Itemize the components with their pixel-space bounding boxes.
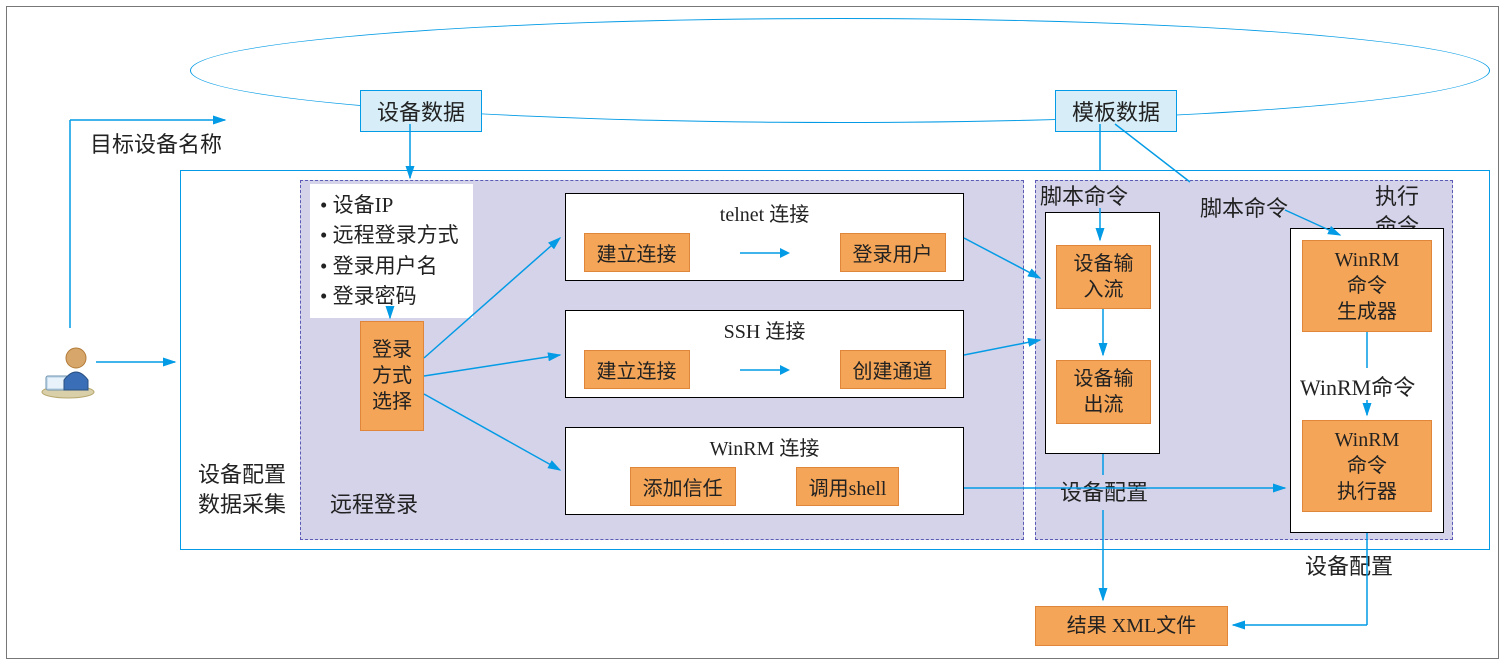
label-line: 方式 (372, 363, 412, 389)
user-icon (40, 330, 96, 400)
result-xml-file: 结果 XML文件 (1035, 606, 1228, 646)
device-output-stream: 设备输 出流 (1056, 360, 1151, 424)
device-input-stream: 设备输 入流 (1056, 245, 1151, 309)
invoke-shell: 调用shell (796, 467, 900, 506)
telnet-group: telnet 连接 建立连接 登录用户 (565, 193, 964, 281)
winrm-command-generator: WinRM 命令 生成器 (1302, 240, 1432, 332)
ssh-group: SSH 连接 建立连接 创建通道 (565, 310, 964, 398)
group-title: telnet 连接 (566, 194, 963, 233)
remote-login-label: 远程登录 (330, 490, 418, 520)
arrow-icon (740, 243, 790, 263)
login-method-select: 登录 方式 选择 (360, 321, 424, 431)
group-title: SSH 连接 (566, 311, 963, 350)
arrow-icon (740, 360, 790, 380)
target-device-name-label: 目标设备名称 (90, 130, 222, 160)
script-command-label-2: 脚本命令 (1200, 194, 1288, 224)
label-line: 执行 (1375, 184, 1419, 209)
label-line: 生成器 (1337, 299, 1397, 325)
label-line: 设备输 (1074, 366, 1134, 392)
label-line: 登录 (372, 337, 412, 363)
login-user: 登录用户 (840, 233, 946, 272)
establish-connection: 建立连接 (584, 233, 690, 272)
label-line: 出流 (1084, 392, 1124, 418)
script-command-label-1: 脚本命令 (1040, 182, 1128, 212)
group-title: WinRM 连接 (566, 428, 963, 467)
label-line: 结果 XML文件 (1067, 613, 1196, 639)
winrm-group: WinRM 连接 添加信任 调用shell (565, 427, 964, 515)
winrm-command-executor: WinRM 命令 执行器 (1302, 420, 1432, 512)
attr-item: 登录密码 (320, 281, 459, 311)
device-config-collection-label: 设备配置 数据采集 (198, 460, 286, 519)
label-line: 命令 (1347, 453, 1387, 479)
label-line: 设备配置 (198, 462, 286, 487)
label-line: 执行器 (1337, 479, 1397, 505)
label-line: 设备输 (1074, 251, 1134, 277)
attr-item: 设备IP (320, 190, 459, 220)
label-line: 选择 (372, 389, 412, 415)
template-data-tag: 模板数据 (1055, 90, 1177, 132)
label-line: WinRM (1335, 247, 1400, 273)
winrm-command-label: WinRM命令 (1300, 373, 1415, 403)
device-config-label-1: 设备配置 (1060, 478, 1148, 508)
device-config-label-2: 设备配置 (1305, 552, 1393, 582)
attr-item: 登录用户名 (320, 251, 459, 281)
label-line: WinRM (1335, 427, 1400, 453)
establish-connection: 建立连接 (584, 350, 690, 389)
attr-item: 远程登录方式 (320, 220, 459, 250)
device-attr-list: 设备IP 远程登录方式 登录用户名 登录密码 (310, 184, 473, 318)
label-line: 命令 (1347, 273, 1387, 299)
label-line: 入流 (1084, 277, 1124, 303)
label-line: 数据采集 (198, 492, 286, 517)
device-data-tag: 设备数据 (360, 90, 482, 132)
create-channel: 创建通道 (840, 350, 946, 389)
add-trust: 添加信任 (630, 467, 736, 506)
